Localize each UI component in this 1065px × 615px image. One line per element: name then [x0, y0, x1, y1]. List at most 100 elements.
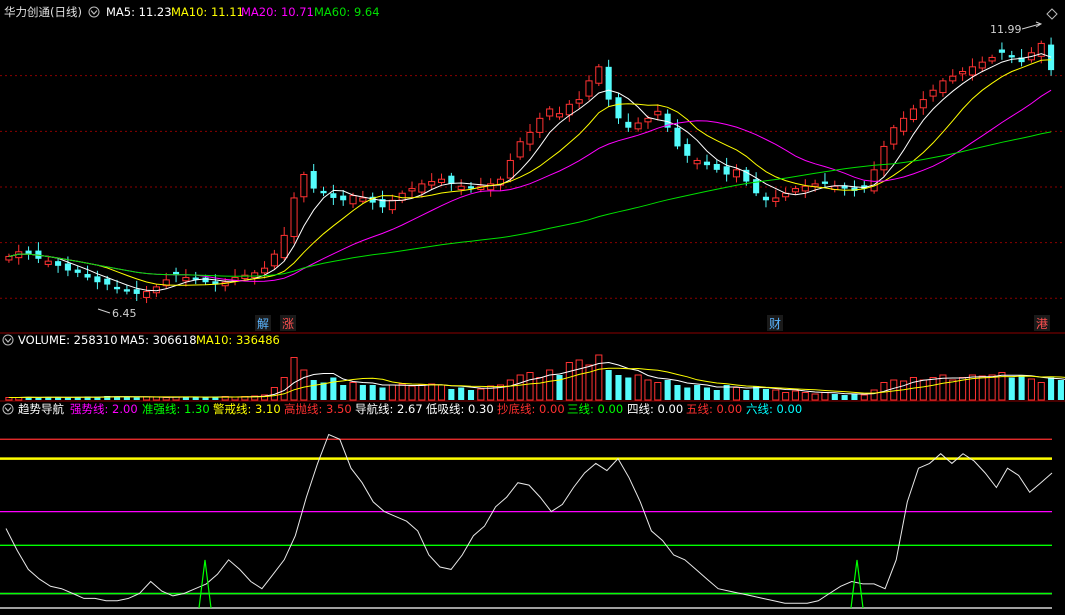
ma60-legend: MA60: 9.64 — [314, 5, 380, 19]
candle-body — [811, 183, 819, 187]
volume-bar — [1037, 382, 1045, 401]
candle-body — [5, 255, 13, 261]
event-marker-1[interactable]: 解 — [257, 317, 269, 331]
event-markers: 解 涨 财 港 — [255, 315, 1050, 331]
candle-body — [526, 131, 534, 145]
candle-body — [280, 234, 288, 259]
candle-body — [968, 66, 976, 76]
ma10-line — [8, 59, 1052, 286]
volume-bar — [605, 370, 612, 400]
candle-body — [644, 117, 652, 123]
candle-body — [870, 169, 878, 192]
candle-body — [516, 141, 524, 158]
volume-bar — [919, 379, 927, 401]
candle-body — [625, 121, 632, 128]
volume-bar — [408, 385, 416, 401]
candle-body — [349, 195, 357, 205]
indicator-name: 趋势导航 — [18, 402, 64, 416]
candle-body — [821, 181, 829, 184]
candle-body — [94, 276, 101, 283]
volume-value: VOLUME: 258310 — [18, 333, 118, 347]
volume-bar — [536, 377, 544, 401]
collapse-icon[interactable] — [2, 334, 14, 346]
candle-body — [565, 103, 573, 116]
volume-bar — [575, 359, 583, 401]
candle-body — [536, 117, 544, 133]
candle-body — [330, 193, 337, 198]
indicator-legend-item: 高抛线: 3.50 — [284, 402, 352, 416]
candle-body — [909, 108, 917, 121]
volume-bar — [428, 383, 436, 401]
volume-bar — [516, 374, 524, 401]
indicator-legend-item: 四线: 0.00 — [627, 402, 683, 416]
volume-bar — [870, 389, 878, 401]
volume-bar — [369, 385, 376, 400]
volume-bar — [467, 390, 475, 400]
candle-body — [634, 122, 642, 130]
indicator-legend-item: 抄底线: 0.00 — [497, 402, 565, 416]
volume-bar — [1027, 378, 1035, 401]
volume-ma10: MA10: 336486 — [196, 333, 280, 347]
volume-bar — [625, 377, 632, 400]
candle-body — [919, 99, 927, 109]
volume-bar — [949, 379, 957, 401]
volume-bar — [1008, 377, 1015, 400]
volume-bar — [418, 384, 426, 401]
candle-body — [546, 108, 554, 117]
volume-bar — [565, 362, 573, 401]
volume-bar — [615, 375, 622, 400]
indicator-legend-item: 强势线: 2.00 — [70, 402, 138, 416]
volume-bar — [143, 396, 151, 401]
candle-body — [457, 185, 465, 191]
candle-body — [988, 56, 996, 62]
volume-bar — [684, 387, 691, 400]
volume-bar — [762, 389, 770, 400]
volume-bar — [330, 377, 337, 400]
candle-body — [713, 163, 720, 170]
candle-body — [723, 166, 730, 175]
candle-body — [880, 145, 888, 171]
volume-bar — [743, 390, 750, 400]
volume-bar — [379, 387, 386, 400]
candle-body — [418, 183, 426, 193]
ma20-legend: MA20: 10.71 — [241, 5, 314, 19]
candle-body — [555, 113, 564, 118]
candle-body — [732, 169, 741, 178]
diamond-icon[interactable] — [1046, 8, 1058, 20]
candlestick-series — [5, 37, 1055, 304]
candle-body — [437, 178, 446, 183]
ma60-line — [8, 131, 1052, 277]
event-marker-2[interactable]: 涨 — [282, 316, 294, 331]
volume-bar — [162, 397, 170, 401]
stock-chart-canvas[interactable]: 华力创通(日线) MA5: 11.23 MA10: 11.11 MA20: 10… — [0, 0, 1065, 615]
volume-bar — [349, 382, 357, 401]
volume-bar — [300, 369, 308, 401]
candle-body — [1048, 44, 1055, 71]
volume-bar — [644, 379, 652, 401]
candle-body — [74, 269, 81, 273]
volume-bar — [694, 385, 701, 400]
candle-body — [64, 263, 71, 271]
volume-ma5: MA5: 306618 — [120, 333, 197, 347]
trend-navigation-indicator — [0, 433, 1053, 609]
collapse-icon[interactable] — [88, 6, 100, 18]
volume-bar — [448, 389, 455, 400]
volume-bar — [506, 379, 514, 401]
volume-bar — [290, 357, 298, 401]
candle-body — [654, 110, 662, 116]
candle-body — [290, 197, 298, 238]
volume-bar — [811, 393, 819, 401]
event-marker-4[interactable]: 港 — [1036, 317, 1048, 331]
price-legend: 华力创通(日线) MA5: 11.23 MA10: 11.11 MA20: 10… — [4, 5, 1058, 20]
event-marker-3[interactable]: 财 — [769, 317, 781, 331]
volume-bar — [851, 394, 858, 400]
volume-bar — [664, 380, 671, 400]
volume-bar — [1057, 380, 1064, 400]
volume-bar — [556, 375, 563, 400]
candle-body — [270, 253, 278, 267]
collapse-icon[interactable] — [2, 403, 14, 415]
volume-bar — [772, 389, 780, 401]
indicator-legend-item: 准强线: 1.30 — [142, 402, 210, 416]
candle-body — [506, 159, 514, 179]
candle-body — [890, 127, 898, 145]
